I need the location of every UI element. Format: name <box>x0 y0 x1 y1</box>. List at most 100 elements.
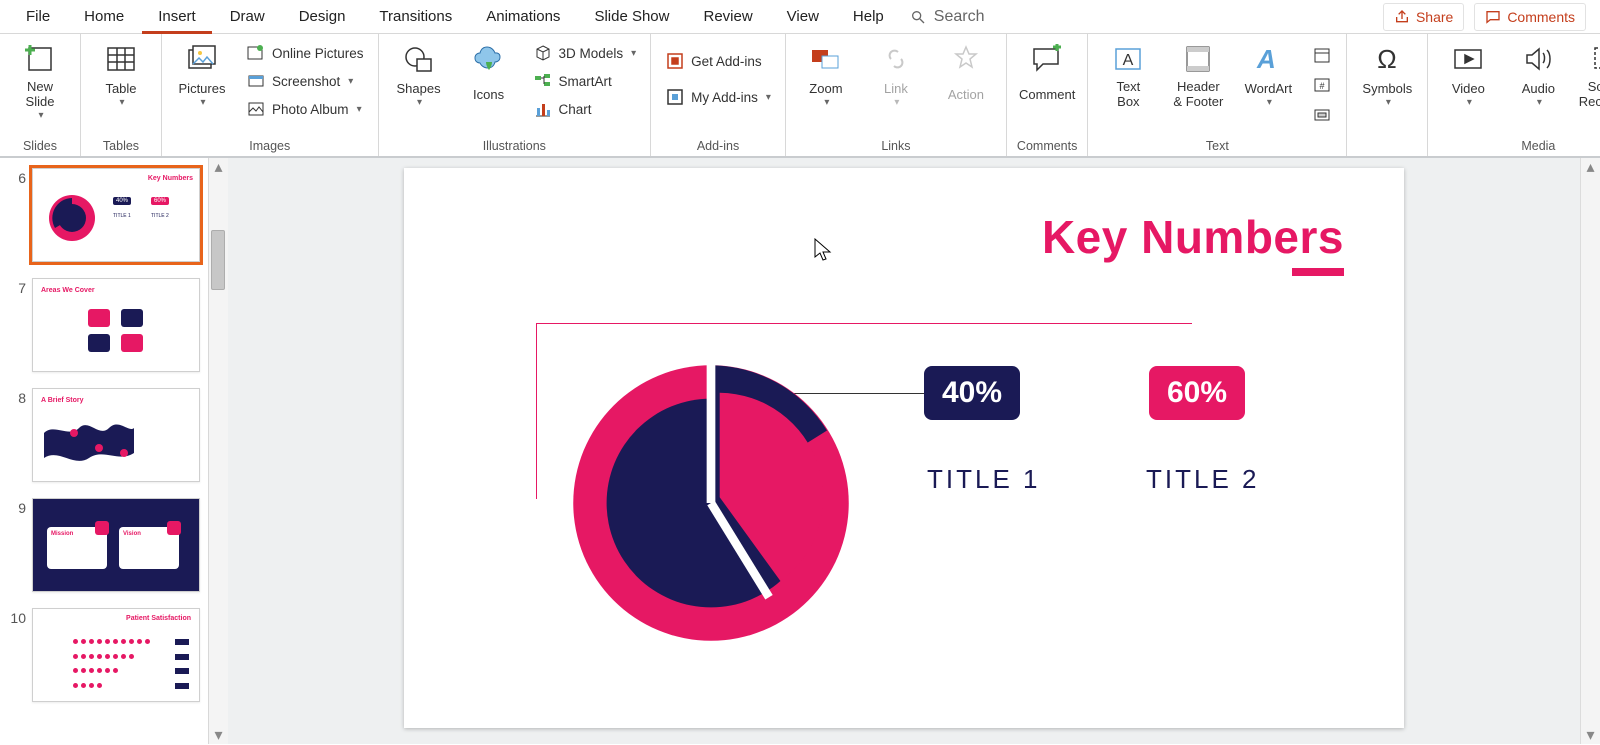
wordart-button[interactable]: A WordArt▾ <box>1238 38 1298 110</box>
workspace: 6 Key Numbers 40% 60% TITLE 1 TITLE 2 7 … <box>0 158 1600 744</box>
thumbnail-9[interactable]: Mission Vision <box>32 498 200 592</box>
svg-text:#: # <box>1320 81 1325 91</box>
video-icon <box>1451 42 1485 76</box>
audio-button[interactable]: Audio▾ <box>1508 38 1568 110</box>
thumbnail-item-10[interactable]: 10 Patient Satisfaction <box>4 608 202 702</box>
group-label-addins: Add-ins <box>697 135 739 156</box>
tab-home[interactable]: Home <box>68 0 140 34</box>
group-images: Pictures▾ Online Pictures Screenshot▾ Ph… <box>162 34 379 156</box>
slide-number-button[interactable]: # <box>1308 72 1336 98</box>
object-icon <box>1312 105 1332 125</box>
share-button[interactable]: Share <box>1383 3 1464 31</box>
thumbnail-6[interactable]: Key Numbers 40% 60% TITLE 1 TITLE 2 <box>32 168 200 262</box>
screenshot-button[interactable]: Screenshot▾ <box>242 68 368 94</box>
thumnail-item-6[interactable]: 6 Key Numbers 40% 60% TITLE 1 TITLE 2 <box>4 168 202 262</box>
tab-review[interactable]: Review <box>687 0 768 34</box>
tab-view[interactable]: View <box>771 0 835 34</box>
video-button[interactable]: Video▾ <box>1438 38 1498 110</box>
thumbnail-10[interactable]: Patient Satisfaction <box>32 608 200 702</box>
scroll-up-icon[interactable]: ▴ <box>1581 158 1600 176</box>
date-time-button[interactable] <box>1308 42 1336 68</box>
scroll-down-icon[interactable]: ▾ <box>209 726 228 744</box>
online-pictures-icon <box>246 43 266 63</box>
comments-button[interactable]: Comments <box>1474 3 1586 31</box>
header-footer-icon <box>1181 42 1215 76</box>
screenshot-icon <box>246 71 266 91</box>
slide-thumbnails-panel: 6 Key Numbers 40% 60% TITLE 1 TITLE 2 7 … <box>0 158 228 744</box>
slide-canvas-area[interactable]: Key Numbers <box>228 158 1580 744</box>
scroll-thumb[interactable] <box>211 230 225 290</box>
group-label-links: Links <box>881 135 910 156</box>
my-addins-button[interactable]: My Add-ins▾ <box>661 84 775 110</box>
object-button[interactable] <box>1308 102 1336 128</box>
current-slide[interactable]: Key Numbers <box>404 168 1404 728</box>
slide-number-icon: # <box>1312 75 1332 95</box>
comment-button[interactable]: Comment <box>1017 38 1077 110</box>
canvas-scrollbar[interactable]: ▴ ▾ <box>1580 158 1600 744</box>
new-slide-label: New Slide▾ <box>26 80 55 121</box>
text-box-label: Text Box <box>1116 80 1140 110</box>
scroll-down-icon[interactable]: ▾ <box>1581 726 1600 744</box>
text-box-icon: A <box>1111 42 1145 76</box>
photo-album-label: Photo Album <box>272 102 349 117</box>
date-time-icon <box>1312 45 1332 65</box>
zoom-button[interactable]: Zoom▾ <box>796 38 856 110</box>
shapes-button[interactable]: Shapes▾ <box>389 38 449 110</box>
tab-slideshow[interactable]: Slide Show <box>578 0 685 34</box>
group-media: Video▾ Audio▾ + Screen Recording Media <box>1428 34 1600 156</box>
action-icon <box>949 42 983 76</box>
new-slide-button[interactable]: New Slide▾ <box>10 38 70 121</box>
photo-album-button[interactable]: Photo Album▾ <box>242 96 368 122</box>
video-label: Video▾ <box>1452 80 1485 110</box>
table-label: Table▾ <box>105 80 136 110</box>
tab-file[interactable]: File <box>10 0 66 34</box>
get-addins-button[interactable]: Get Add-ins <box>661 48 775 74</box>
icons-label: Icons <box>473 80 504 110</box>
zoom-icon <box>809 42 843 76</box>
tab-animations[interactable]: Animations <box>470 0 576 34</box>
header-footer-button[interactable]: Header & Footer <box>1168 38 1228 110</box>
get-addins-label: Get Add-ins <box>691 54 762 69</box>
value-badge-2[interactable]: 60% <box>1149 366 1245 420</box>
table-button[interactable]: Table▾ <box>91 38 151 110</box>
tab-help[interactable]: Help <box>837 0 900 34</box>
value-badge-1[interactable]: 40% <box>924 366 1020 420</box>
group-label-comments: Comments <box>1017 135 1077 156</box>
group-label-text: Text <box>1206 135 1229 156</box>
group-label-media: Media <box>1521 135 1555 156</box>
scroll-up-icon[interactable]: ▴ <box>209 158 228 176</box>
chart-icon <box>533 99 553 119</box>
caption-1[interactable]: TITLE 1 <box>927 464 1040 495</box>
slide-title[interactable]: Key Numbers <box>1042 210 1344 264</box>
3d-models-button[interactable]: 3D Models▾ <box>529 40 641 66</box>
group-label-slides: Slides <box>23 135 57 156</box>
chart-button[interactable]: Chart <box>529 96 641 122</box>
link-icon <box>879 42 913 76</box>
screen-recording-button[interactable]: + Screen Recording <box>1578 38 1600 110</box>
caption-2[interactable]: TITLE 2 <box>1146 464 1259 495</box>
thumbnail-item-9[interactable]: 9 Mission Vision <box>4 498 202 592</box>
title-underline <box>1292 268 1344 276</box>
text-box-button[interactable]: A Text Box <box>1098 38 1158 110</box>
group-tables: Table▾ Tables <box>81 34 162 156</box>
thumbnail-item-7[interactable]: 7 Areas We Cover <box>4 278 202 372</box>
pictures-button[interactable]: Pictures▾ <box>172 38 232 110</box>
tab-design[interactable]: Design <box>283 0 362 34</box>
tab-transitions[interactable]: Transitions <box>363 0 468 34</box>
smartart-button[interactable]: SmartArt <box>529 68 641 94</box>
header-footer-label: Header & Footer <box>1173 80 1223 110</box>
symbols-button[interactable]: Ω Symbols▾ <box>1357 38 1417 110</box>
screen-recording-icon: + <box>1591 42 1600 76</box>
tell-me-search[interactable]: Search <box>902 0 993 34</box>
tab-insert[interactable]: Insert <box>142 0 212 34</box>
pie-chart[interactable] <box>566 358 856 648</box>
thumbnail-list[interactable]: 6 Key Numbers 40% 60% TITLE 1 TITLE 2 7 … <box>0 158 208 744</box>
thumbnail-7[interactable]: Areas We Cover <box>32 278 200 372</box>
tab-draw[interactable]: Draw <box>214 0 281 34</box>
pictures-icon <box>185 42 219 76</box>
thumbnail-8[interactable]: A Brief Story <box>32 388 200 482</box>
icons-button[interactable]: Icons <box>459 38 519 110</box>
thumbnail-item-8[interactable]: 8 A Brief Story <box>4 388 202 482</box>
online-pictures-button[interactable]: Online Pictures <box>242 40 368 66</box>
thumbnail-scrollbar[interactable]: ▴ ▾ <box>208 158 228 744</box>
